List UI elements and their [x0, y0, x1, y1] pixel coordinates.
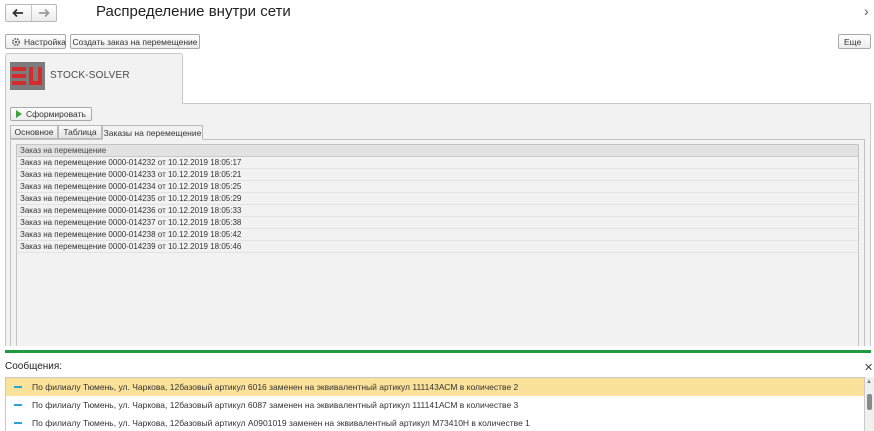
- message-text: По филиалу Тюмень, ул. Чаркова, 12базовы…: [32, 382, 519, 392]
- message-item[interactable]: По филиалу Тюмень, ул. Чаркова, 12базовы…: [6, 414, 864, 431]
- generate-label: Сформировать: [26, 109, 86, 119]
- table-header: Заказ на перемещение: [17, 145, 858, 157]
- table-row[interactable]: Заказ на перемещение 0000-014235 от 10.1…: [17, 193, 858, 205]
- page-title: Распределение внутри сети: [96, 3, 291, 20]
- tab-transfer-orders[interactable]: Заказы на перемещение: [102, 125, 203, 140]
- more-label: Еще: [844, 36, 862, 47]
- messages-title: Сообщения:: [5, 361, 63, 372]
- scroll-up-icon[interactable]: ▲: [866, 379, 872, 385]
- dash-icon: [14, 422, 22, 424]
- create-transfer-order-label: Создать заказ на перемещение: [72, 36, 198, 47]
- table-row[interactable]: Заказ на перемещение 0000-014232 от 10.1…: [17, 157, 858, 169]
- table-row[interactable]: Заказ на перемещение 0000-014233 от 10.1…: [17, 169, 858, 181]
- play-icon: [16, 110, 22, 118]
- logo-text: STOCK-SOLVER: [50, 70, 130, 81]
- tab-transfer-orders-label: Заказы на перемещение: [103, 127, 202, 138]
- stock-solver-logo: [10, 62, 45, 90]
- settings-button[interactable]: Настройка: [5, 34, 66, 49]
- scrollbar-thumb[interactable]: [867, 394, 872, 410]
- history-nav: [5, 4, 57, 22]
- close-icon[interactable]: ✕: [864, 361, 873, 374]
- message-text: По филиалу Тюмень, ул. Чаркова, 12базовы…: [32, 418, 530, 428]
- table-row[interactable]: Заказ на перемещение 0000-014239 от 10.1…: [17, 241, 858, 253]
- back-button[interactable]: [6, 5, 31, 21]
- table-row[interactable]: Заказ на перемещение 0000-014236 от 10.1…: [17, 205, 858, 217]
- dash-icon: [14, 404, 22, 406]
- message-item[interactable]: По филиалу Тюмень, ул. Чаркова, 12базовы…: [6, 378, 864, 396]
- caret-down-icon: [864, 41, 865, 42]
- more-button[interactable]: Еще: [838, 34, 871, 49]
- table-row[interactable]: Заказ на перемещение 0000-014238 от 10.1…: [17, 229, 858, 241]
- arrow-left-icon: [12, 8, 24, 18]
- settings-label: Настройка: [24, 36, 66, 47]
- tab-main-label: Основное: [14, 127, 54, 137]
- message-text: По филиалу Тюмень, ул. Чаркова, 12базовы…: [32, 400, 519, 410]
- message-item[interactable]: По филиалу Тюмень, ул. Чаркова, 12базовы…: [6, 396, 864, 414]
- table-row[interactable]: Заказ на перемещение 0000-014237 от 10.1…: [17, 217, 858, 229]
- dash-icon: [14, 386, 22, 388]
- tab-main[interactable]: Основное: [10, 125, 58, 139]
- table-body: Заказ на перемещение 0000-014232 от 10.1…: [17, 157, 858, 253]
- messages-list: По филиалу Тюмень, ул. Чаркова, 12базовы…: [5, 377, 865, 431]
- arrow-right-icon: [38, 8, 50, 18]
- messages-divider: [5, 350, 871, 353]
- table-row[interactable]: Заказ на перемещение 0000-014234 от 10.1…: [17, 181, 858, 193]
- generate-button[interactable]: Сформировать: [10, 107, 92, 121]
- tab-table[interactable]: Таблица: [58, 125, 102, 139]
- create-transfer-order-button[interactable]: Создать заказ на перемещение: [70, 34, 200, 49]
- forward-button[interactable]: [30, 5, 57, 21]
- chevron-right-icon[interactable]: ›: [864, 3, 869, 19]
- tab-table-label: Таблица: [63, 127, 97, 137]
- gear-icon: [11, 37, 21, 47]
